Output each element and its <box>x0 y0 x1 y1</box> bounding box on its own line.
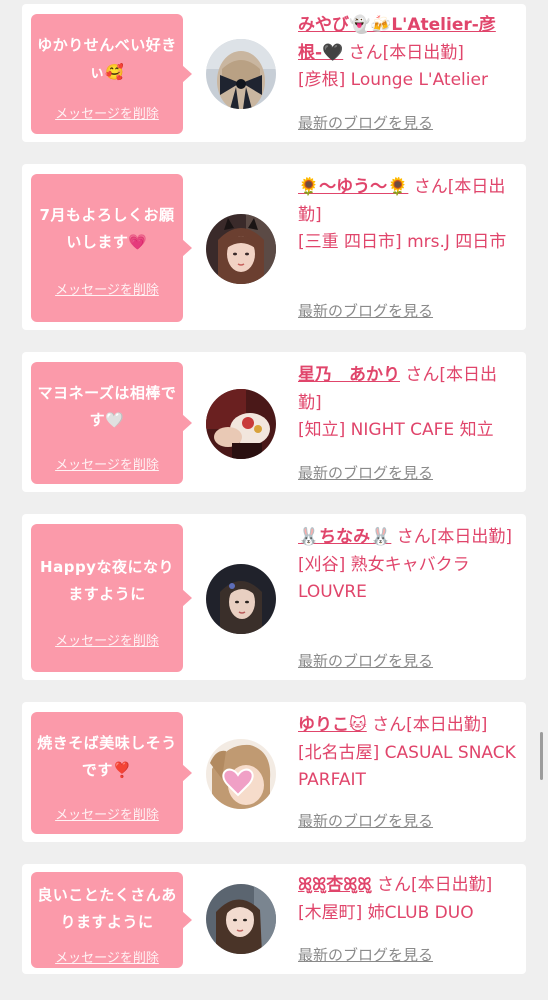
latest-blog-link[interactable]: 最新のブログを見る <box>298 300 433 321</box>
shop-name: [彦根] Lounge L'Atelier <box>298 70 488 90</box>
message-card: 焼きそば美味しそうです❣️ メッセージを削除 ゆりこ🐱 さん[本日出勤] [北名… <box>22 702 526 842</box>
hair-bow-photo-icon <box>206 39 276 109</box>
long-hair-portrait-icon <box>206 884 276 954</box>
message-text: 焼きそば美味しそうです❣️ <box>37 734 177 779</box>
message-text: Happyな夜になりますように <box>40 558 174 603</box>
message-bubble: マヨネーズは相棒です🤍 メッセージを削除 <box>31 362 192 484</box>
attendance-status: さん[本日出勤] <box>372 715 488 735</box>
avatar[interactable] <box>206 739 276 809</box>
cast-name-link[interactable]: 🌻〜ゆう〜🌻 <box>298 177 408 197</box>
cast-info: 🌻〜ゆう〜🌻 さん[本日出勤] [三重 四日市] mrs.J 四日市 <box>298 174 518 257</box>
message-card: 7月もよろしくお願いします💗 メッセージを削除 🌻〜ゆう〜🌻 さん[本日出勤] … <box>22 164 526 330</box>
avatar[interactable] <box>206 214 276 284</box>
delete-message-link[interactable]: メッセージを削除 <box>31 947 183 966</box>
cat-ears-portrait-icon <box>206 214 276 284</box>
avatar[interactable] <box>206 884 276 954</box>
cast-info: ꕤ̫ꕤ̫杏ꕤ̫ꕤ̫ さん[本日出勤] [木屋町] 姉CLUB DUO <box>298 872 518 927</box>
message-bubble: 7月もよろしくお願いします💗 メッセージを削除 <box>31 174 192 322</box>
heart-sticker-portrait-icon <box>206 739 276 809</box>
delete-message-link[interactable]: メッセージを削除 <box>31 279 183 298</box>
hands-flowers-photo-icon <box>206 389 276 459</box>
delete-message-link[interactable]: メッセージを削除 <box>31 454 183 473</box>
cast-info: ゆりこ🐱 さん[本日出勤] [北名古屋] CASUAL SNACK PARFAI… <box>298 712 518 795</box>
delete-message-link[interactable]: メッセージを削除 <box>31 103 183 122</box>
message-bubble: Happyな夜になりますように メッセージを削除 <box>31 524 192 672</box>
delete-message-link[interactable]: メッセージを削除 <box>31 804 183 823</box>
latest-blog-link[interactable]: 最新のブログを見る <box>298 944 433 965</box>
shop-name: [知立] NIGHT CAFE 知立 <box>298 420 494 440</box>
delete-message-link[interactable]: メッセージを削除 <box>31 630 183 649</box>
message-text: 7月もよろしくお願いします💗 <box>39 206 175 251</box>
message-bubble: 焼きそば美味しそうです❣️ メッセージを削除 <box>31 712 192 834</box>
scrollbar[interactable] <box>540 732 543 780</box>
shop-name: [三重 四日市] mrs.J 四日市 <box>298 232 507 252</box>
cast-info: 星乃 あかり さん[本日出勤] [知立] NIGHT CAFE 知立 <box>298 362 518 445</box>
message-bubble: 良いことたくさんありますように メッセージを削除 <box>31 872 192 968</box>
cast-info: 🐰ちなみ🐰 さん[本日出勤] [刈谷] 熟女キャバクラ LOUVRE <box>298 524 518 607</box>
cast-name-link[interactable]: 🐰ちなみ🐰 <box>298 527 391 547</box>
shop-name: [北名古屋] CASUAL SNACK PARFAIT <box>298 742 516 791</box>
avatar[interactable] <box>206 564 276 634</box>
latest-blog-link[interactable]: 最新のブログを見る <box>298 112 433 133</box>
attendance-status: さん[本日出勤] <box>348 42 464 63</box>
latest-blog-link[interactable]: 最新のブログを見る <box>298 810 433 831</box>
message-text: 良いことたくさんありますように <box>37 886 177 931</box>
message-text: マヨネーズは相棒です🤍 <box>37 384 177 429</box>
cast-name-link[interactable]: ゆりこ🐱 <box>298 715 367 735</box>
dark-portrait-icon <box>206 564 276 634</box>
avatar[interactable] <box>206 389 276 459</box>
message-card: ゆかりせんべい好きぃ🥰 メッセージを削除 みやび👻🍻L'Atelier-彦根-🖤… <box>22 4 526 142</box>
latest-blog-link[interactable]: 最新のブログを見る <box>298 650 433 671</box>
avatar[interactable] <box>206 39 276 109</box>
cast-name-link[interactable]: ꕤ̫ꕤ̫杏ꕤ̫ꕤ̫ <box>298 875 372 895</box>
attendance-status: さん[本日出勤] <box>376 875 493 895</box>
cast-info: みやび👻🍻L'Atelier-彦根-🖤 さん[本日出勤] [彦根] Lounge… <box>298 12 518 95</box>
message-bubble: ゆかりせんべい好きぃ🥰 メッセージを削除 <box>31 14 192 134</box>
message-card: マヨネーズは相棒です🤍 メッセージを削除 星乃 あかり さん[本日出勤] [知立… <box>22 352 526 492</box>
latest-blog-link[interactable]: 最新のブログを見る <box>298 462 433 483</box>
message-card: 良いことたくさんありますように メッセージを削除 ꕤ̫ꕤ̫杏ꕤ̫ꕤ̫ さん[本日… <box>22 864 526 974</box>
message-card: Happyな夜になりますように メッセージを削除 🐰ちなみ🐰 さん[本日出勤] … <box>22 514 526 680</box>
shop-name: [木屋町] 姉CLUB DUO <box>298 902 474 923</box>
attendance-status: さん[本日出勤] <box>396 527 513 547</box>
message-text: ゆかりせんべい好きぃ🥰 <box>37 36 177 81</box>
shop-name: [刈谷] 熟女キャバクラ LOUVRE <box>298 554 470 603</box>
cast-name-link[interactable]: 星乃 あかり <box>298 365 400 385</box>
